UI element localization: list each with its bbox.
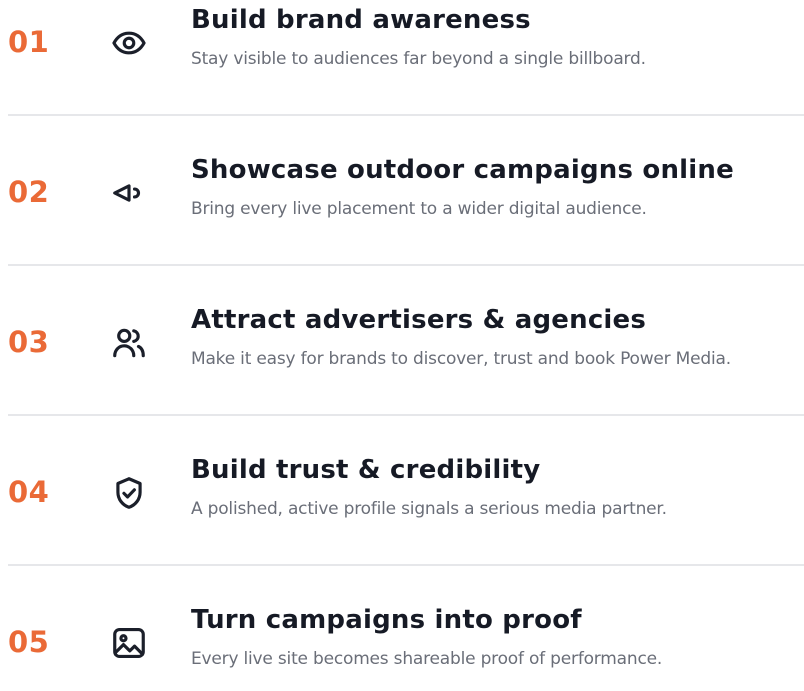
list-item: 03 Attract advertisers & agencies Make i… [0, 271, 804, 391]
item-title: Attract advertisers & agencies [191, 305, 647, 335]
megaphone-icon [110, 174, 148, 212]
benefits-list: 01 Build brand awareness Stay visible to… [0, 0, 804, 672]
divider [8, 414, 804, 416]
item-number: 02 [8, 175, 50, 209]
divider [8, 264, 804, 266]
list-item: 01 Build brand awareness Stay visible to… [0, 0, 804, 91]
list-item: 02 Showcase outdoor campaigns online Bri… [0, 121, 804, 241]
item-title: Build trust & credibility [191, 455, 541, 485]
item-number: 01 [8, 25, 50, 59]
item-description: Make it easy for brands to discover, tru… [191, 349, 731, 369]
list-item: 04 Build trust & credibility A polished,… [0, 421, 804, 541]
users-icon [110, 324, 148, 362]
item-title: Showcase outdoor campaigns online [191, 155, 734, 185]
divider [8, 564, 804, 566]
image-icon [110, 624, 148, 662]
item-description: Stay visible to audiences far beyond a s… [191, 49, 646, 69]
item-description: Every live site becomes shareable proof … [191, 649, 663, 669]
eye-icon [110, 24, 148, 62]
list-item: 05 Turn campaigns into proof Every live … [0, 571, 804, 691]
item-number: 04 [8, 475, 50, 509]
item-number: 05 [8, 625, 50, 659]
item-number: 03 [8, 325, 50, 359]
divider [8, 114, 804, 116]
item-title: Build brand awareness [191, 5, 531, 35]
item-description: A polished, active profile signals a ser… [191, 499, 667, 519]
shield-check-icon [110, 474, 148, 512]
item-description: Bring every live placement to a wider di… [191, 199, 647, 219]
item-title: Turn campaigns into proof [191, 605, 582, 635]
